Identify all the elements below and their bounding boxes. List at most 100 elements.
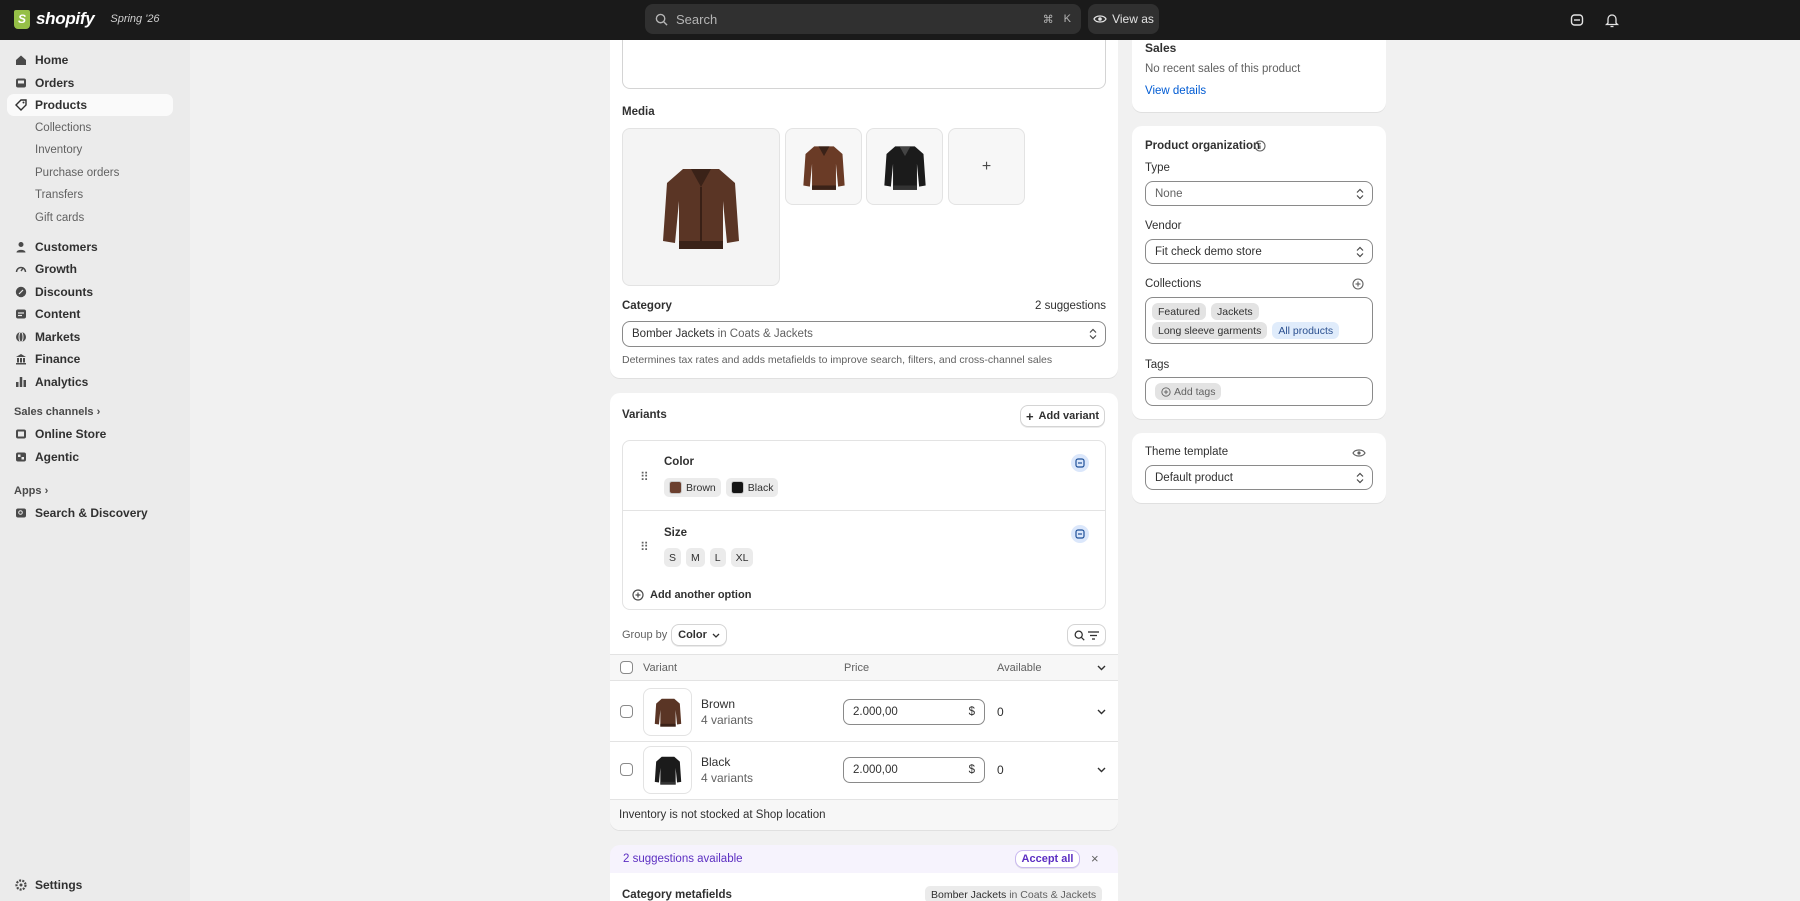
home-icon	[14, 53, 28, 67]
chevron-down-icon[interactable]	[1097, 767, 1106, 773]
expand-all-chevron-icon[interactable]	[1097, 665, 1106, 671]
available-value[interactable]: 0	[997, 705, 1004, 719]
category-suggestions-count[interactable]: 2 suggestions	[1035, 300, 1106, 312]
drag-handle-icon[interactable]: ⠿	[640, 540, 649, 554]
add-another-option-button[interactable]: Add another option	[632, 589, 751, 601]
nav-agentic[interactable]: Agentic	[7, 446, 173, 468]
add-tags-chip[interactable]: Add tags	[1155, 383, 1222, 400]
size-value[interactable]: S	[664, 548, 682, 567]
nav-markets[interactable]: Markets	[7, 326, 173, 348]
type-select[interactable]: None	[1145, 181, 1373, 206]
apps-heading[interactable]: Apps ›	[14, 485, 48, 497]
size-value[interactable]: XL	[730, 548, 754, 567]
nav-inventory[interactable]: Inventory	[35, 144, 82, 156]
nav-transfers[interactable]: Transfers	[35, 189, 83, 201]
tags-field[interactable]: Add tags	[1145, 377, 1373, 406]
variant-thumbnail-black[interactable]	[643, 746, 692, 794]
nav-purchase-orders[interactable]: Purchase orders	[35, 167, 119, 179]
nav-finance[interactable]: Finance	[7, 348, 173, 370]
sales-channels-label: Sales channels	[14, 406, 94, 418]
category-select[interactable]: Bomber Jackets in Coats & Jackets	[622, 321, 1106, 347]
collection-chip[interactable]: Long sleeve garments	[1152, 322, 1268, 339]
variants-title: Variants	[622, 409, 667, 421]
top-bar: shopify Spring '26 Search ⌘ K View as	[0, 0, 1800, 40]
add-variant-button[interactable]: + Add variant	[1020, 405, 1105, 427]
col-available-header: Available	[997, 662, 1042, 674]
nav-home[interactable]: Home	[7, 49, 173, 71]
variant-thumbnail-brown[interactable]	[643, 688, 692, 736]
nav-discounts[interactable]: Discounts	[7, 281, 173, 303]
variant-row-name[interactable]: Black	[701, 755, 730, 769]
price-input-black[interactable]: 2.000,00 $	[843, 757, 985, 783]
nav-analytics[interactable]: Analytics	[7, 371, 173, 393]
currency-symbol: $	[968, 706, 975, 718]
view-as-button[interactable]: View as	[1088, 4, 1159, 34]
nav-gift-cards[interactable]: Gift cards	[35, 212, 84, 224]
nav-search-discovery[interactable]: Search & Discovery	[7, 502, 173, 524]
collections-field[interactable]: Featured Jackets Long sleeve garments Al…	[1145, 297, 1373, 344]
globe-icon	[14, 330, 28, 344]
description-editor[interactable]	[622, 40, 1106, 89]
media-thumb-black[interactable]	[866, 128, 943, 205]
bar-chart-icon	[14, 375, 28, 389]
available-value[interactable]: 0	[997, 763, 1004, 777]
color-metafield-icon[interactable]	[1071, 454, 1089, 472]
nav-online-store[interactable]: Online Store	[7, 423, 173, 445]
size-values: S M L XL	[664, 548, 758, 567]
accept-all-button[interactable]: Accept all	[1015, 850, 1080, 868]
chevron-down-icon[interactable]	[1097, 709, 1106, 715]
group-by-select[interactable]: Color	[671, 624, 727, 646]
search-icon	[1074, 630, 1085, 641]
color-value-brown[interactable]: Brown	[664, 478, 721, 497]
shopify-logo[interactable]: shopify Spring '26	[14, 9, 160, 29]
nav-products-label: Products	[35, 98, 88, 112]
nav-products[interactable]: Products	[7, 94, 173, 116]
nav-search-discovery-label: Search & Discovery	[35, 506, 148, 520]
size-value[interactable]: M	[686, 548, 705, 567]
theme-template-select[interactable]: Default product	[1145, 465, 1373, 490]
eye-icon[interactable]	[1352, 448, 1366, 458]
price-value: 2.000,00	[853, 706, 898, 718]
add-media-button[interactable]: +	[948, 128, 1025, 205]
group-by-label: Group by	[622, 629, 668, 641]
drag-handle-icon[interactable]: ⠿	[640, 470, 649, 484]
sales-channels-heading[interactable]: Sales channels ›	[14, 406, 100, 418]
size-value[interactable]: L	[709, 548, 726, 567]
color-value-black[interactable]: Black	[725, 478, 779, 497]
close-icon[interactable]: ×	[1091, 851, 1099, 866]
nav-growth[interactable]: Growth	[7, 258, 173, 280]
nav-orders[interactable]: Orders	[7, 72, 173, 94]
nav-content[interactable]: Content	[7, 303, 173, 325]
collection-chip[interactable]: Jackets	[1211, 303, 1259, 320]
select-all-checkbox[interactable]	[620, 661, 633, 674]
store-icon	[14, 427, 28, 441]
media-thumb-brown[interactable]	[785, 128, 862, 205]
add-collection-icon[interactable]	[1352, 278, 1364, 290]
row-checkbox[interactable]	[620, 705, 633, 718]
shop-assistant-icon[interactable]	[1567, 10, 1587, 30]
collection-chip[interactable]: Featured	[1152, 303, 1207, 320]
view-details-link[interactable]: View details	[1145, 85, 1206, 97]
add-tags-label: Add tags	[1174, 385, 1216, 398]
price-input-brown[interactable]: 2.000,00 $	[843, 699, 985, 725]
info-icon[interactable]	[1254, 140, 1266, 152]
search-filter-button[interactable]	[1067, 624, 1106, 646]
group-by-value: Color	[678, 629, 707, 641]
search-bar[interactable]: Search ⌘ K	[645, 4, 1081, 34]
media-label: Media	[622, 106, 655, 118]
vendor-select[interactable]: Fit check demo store	[1145, 239, 1373, 264]
black-jacket-thumb-image	[654, 756, 681, 785]
nav-settings[interactable]: Settings	[7, 874, 173, 896]
size-metafield-icon[interactable]	[1071, 525, 1089, 543]
row-checkbox[interactable]	[620, 763, 633, 776]
media-main-image[interactable]	[622, 128, 780, 286]
collection-chip-all-products[interactable]: All products	[1272, 322, 1340, 339]
select-arrows-icon	[1356, 472, 1364, 483]
category-value: Bomber Jackets	[632, 328, 715, 340]
nav-discounts-label: Discounts	[35, 285, 94, 299]
nav-collections[interactable]: Collections	[35, 122, 91, 134]
bell-icon[interactable]	[1602, 10, 1622, 30]
nav-customers[interactable]: Customers	[7, 236, 173, 258]
plus-circle-icon	[632, 589, 644, 601]
variant-row-name[interactable]: Brown	[701, 697, 735, 711]
